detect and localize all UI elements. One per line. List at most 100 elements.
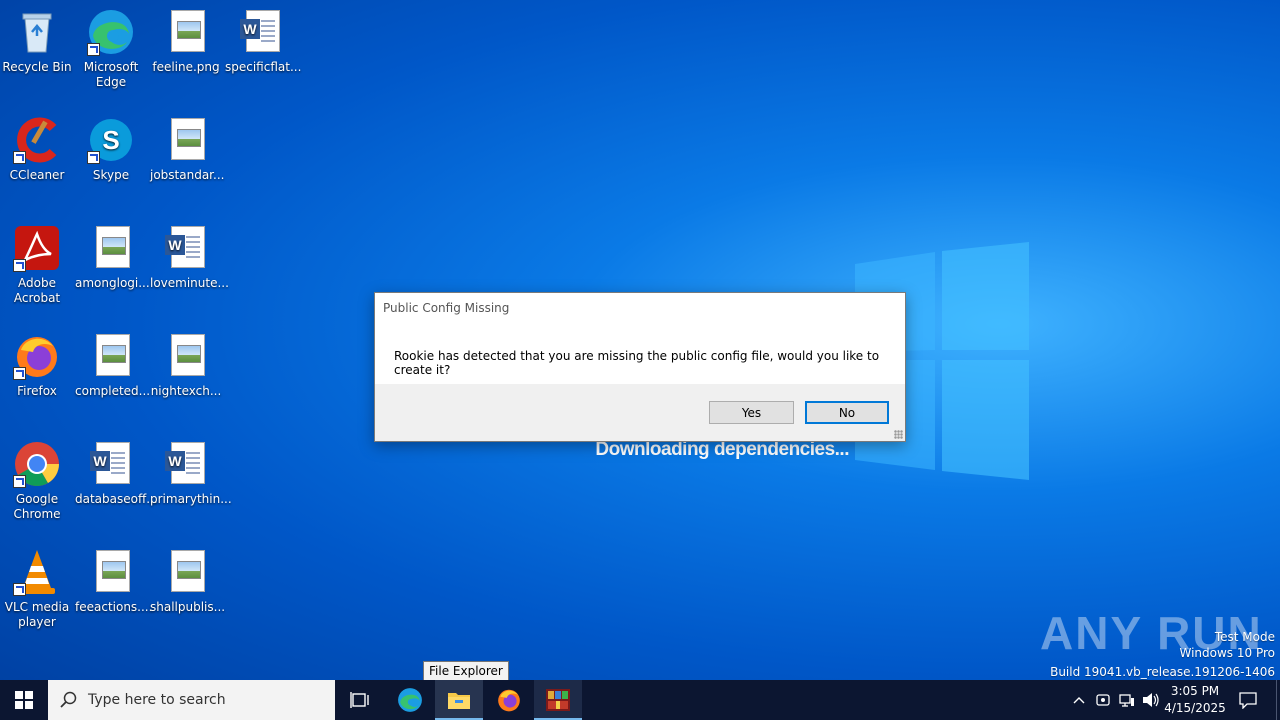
desktop-icon-primarythin[interactable]: W primarythin... bbox=[150, 440, 232, 507]
desktop-icon-label: Microsoft Edge bbox=[83, 60, 139, 89]
desktop-icon-completed[interactable]: completed... bbox=[75, 332, 151, 399]
word-file-icon: W bbox=[162, 440, 210, 488]
desktop-icon-skype[interactable]: S Skype bbox=[75, 116, 147, 183]
recycle-bin-icon bbox=[13, 8, 61, 56]
edge-icon bbox=[398, 688, 422, 712]
desktop-icon-label: Firefox bbox=[17, 384, 57, 398]
windows-start-icon bbox=[15, 691, 33, 709]
taskbar-firefox-button[interactable] bbox=[485, 680, 533, 720]
volume-button[interactable] bbox=[1140, 680, 1162, 720]
desktop-icon-jobstandar[interactable]: jobstandar... bbox=[150, 116, 225, 183]
desktop-icon-chrome[interactable]: Google Chrome bbox=[1, 440, 73, 522]
desktop-icon-label: amonglogi... bbox=[75, 276, 150, 290]
taskbar-file-explorer-button[interactable] bbox=[435, 680, 483, 720]
yes-button[interactable]: Yes bbox=[709, 401, 794, 424]
shortcut-arrow-icon bbox=[87, 151, 100, 164]
firefox-icon bbox=[13, 332, 61, 380]
tray-app-button[interactable] bbox=[1092, 680, 1114, 720]
desktop-icon-label: specificflat... bbox=[225, 60, 302, 74]
public-config-dialog: Public Config Missing Rookie has detecte… bbox=[374, 292, 906, 442]
splash-status-text: Downloading dependencies... bbox=[595, 439, 849, 460]
network-button[interactable] bbox=[1116, 680, 1138, 720]
desktop-icon-label: Google Chrome bbox=[13, 492, 61, 521]
desktop-icon-recycle-bin[interactable]: Recycle Bin bbox=[1, 8, 73, 75]
desktop-icon-ccleaner[interactable]: CCleaner bbox=[1, 116, 73, 183]
desktop-icon-label: Recycle Bin bbox=[2, 60, 72, 74]
clock-time: 3:05 PM bbox=[1170, 684, 1220, 698]
shortcut-arrow-icon bbox=[13, 367, 26, 380]
desktop-icon-acrobat[interactable]: Adobe Acrobat bbox=[1, 224, 73, 306]
show-hidden-icons-button[interactable] bbox=[1068, 680, 1090, 720]
firefox-icon bbox=[498, 689, 520, 712]
dialog-title: Public Config Missing bbox=[383, 301, 510, 315]
show-desktop-button[interactable] bbox=[1276, 680, 1280, 720]
desktop-icon-label: shallpublis... bbox=[150, 600, 226, 614]
image-file-icon bbox=[87, 332, 135, 380]
taskbar-rookie-button[interactable] bbox=[534, 680, 582, 720]
shortcut-arrow-icon bbox=[13, 259, 26, 272]
folder-icon bbox=[448, 693, 470, 709]
desktop-icon-label: feeline.png bbox=[152, 60, 220, 74]
clock[interactable]: 3:05 PM 4/15/2025 bbox=[1164, 680, 1226, 720]
desktop-icon-edge[interactable]: Microsoft Edge bbox=[75, 8, 147, 90]
desktop-icon-label: primarythin... bbox=[150, 492, 232, 506]
dialog-message: Rookie has detected that you are missing… bbox=[394, 349, 880, 377]
taskbar-edge-button[interactable] bbox=[386, 680, 434, 720]
notification-icon bbox=[1239, 692, 1257, 709]
start-button[interactable] bbox=[0, 680, 48, 720]
taskbar: Type here to search 3:05 PM 4/15/2025 bbox=[0, 680, 1280, 720]
skype-icon: S bbox=[87, 116, 135, 164]
file-explorer-tooltip: File Explorer bbox=[423, 661, 509, 681]
word-file-icon: W bbox=[237, 8, 285, 56]
test-mode-text: Test Mode bbox=[1214, 630, 1275, 644]
desktop-icon-feeactions[interactable]: feeactions.... bbox=[75, 548, 152, 615]
no-button[interactable]: No bbox=[805, 401, 889, 424]
taskbar-search-box[interactable]: Type here to search bbox=[48, 680, 335, 720]
desktop-icon-label: completed... bbox=[75, 384, 151, 398]
svg-text:S: S bbox=[102, 125, 119, 155]
desktop-icon-label: CCleaner bbox=[9, 168, 65, 182]
rookie-app-icon bbox=[546, 689, 570, 711]
acrobat-icon bbox=[13, 224, 61, 272]
vlc-icon bbox=[13, 548, 61, 596]
desktop-icon-vlc[interactable]: VLC media player bbox=[1, 548, 73, 630]
word-file-icon: W bbox=[87, 440, 135, 488]
desktop-icon-databaseoff[interactable]: W databaseoff... bbox=[75, 440, 158, 507]
desktop-icon-feeline[interactable]: feeline.png bbox=[150, 8, 222, 75]
windows-edition-text: Windows 10 Pro bbox=[1179, 646, 1275, 660]
shortcut-arrow-icon bbox=[13, 151, 26, 164]
desktop-icon-label: Skype bbox=[92, 168, 130, 182]
edge-icon bbox=[87, 8, 135, 56]
action-center-button[interactable] bbox=[1230, 680, 1266, 720]
image-file-icon bbox=[162, 116, 210, 164]
build-text: Build 19041.vb_release.191206-1406 bbox=[1050, 665, 1275, 679]
clock-date: 4/15/2025 bbox=[1164, 701, 1226, 715]
network-icon bbox=[1119, 694, 1134, 707]
resize-grip-icon[interactable] bbox=[894, 430, 903, 439]
desktop-icon-amonglogi[interactable]: amonglogi... bbox=[75, 224, 150, 291]
image-file-icon bbox=[162, 332, 210, 380]
desktop-icon-firefox[interactable]: Firefox bbox=[1, 332, 73, 399]
search-placeholder: Type here to search bbox=[88, 692, 226, 708]
ccleaner-icon bbox=[13, 116, 61, 164]
shortcut-arrow-icon bbox=[13, 583, 26, 596]
image-file-icon bbox=[162, 8, 210, 56]
desktop-icon-label: jobstandar... bbox=[150, 168, 225, 182]
desktop-icon-label: nightexch... bbox=[150, 384, 222, 398]
image-file-icon bbox=[162, 548, 210, 596]
desktop-icon-label: VLC media player bbox=[4, 600, 70, 629]
volume-icon bbox=[1143, 693, 1159, 707]
task-view-button[interactable] bbox=[336, 680, 384, 720]
search-icon bbox=[60, 691, 77, 708]
desktop-icon-label: loveminute... bbox=[150, 276, 229, 290]
image-file-icon bbox=[87, 548, 135, 596]
tray-app-icon bbox=[1096, 694, 1110, 706]
desktop-icon-loveminute[interactable]: W loveminute... bbox=[150, 224, 229, 291]
task-view-icon bbox=[350, 692, 369, 708]
desktop-icon-nightexch[interactable]: nightexch... bbox=[150, 332, 222, 399]
desktop-icon-specificflat[interactable]: W specificflat... bbox=[225, 8, 302, 75]
word-file-icon: W bbox=[162, 224, 210, 272]
desktop-icon-shallpublis[interactable]: shallpublis... bbox=[150, 548, 226, 615]
image-file-icon bbox=[87, 224, 135, 272]
chrome-icon bbox=[13, 440, 61, 488]
